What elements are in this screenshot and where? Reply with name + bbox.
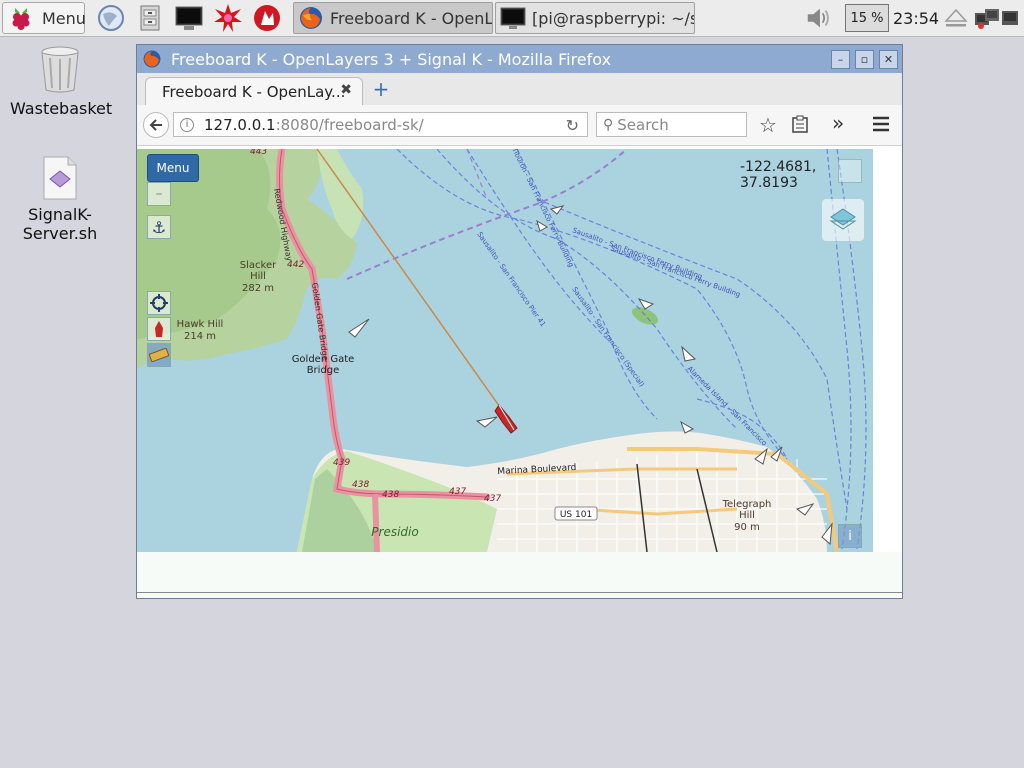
back-button[interactable] bbox=[143, 112, 169, 138]
search-icon: ⚲ bbox=[603, 116, 614, 133]
script-label-line1: SignalK- bbox=[28, 205, 92, 224]
info-icon[interactable]: i bbox=[180, 117, 194, 132]
tab-close-icon[interactable]: ✖ bbox=[340, 82, 352, 98]
script-file-icon bbox=[40, 155, 80, 201]
cpu-usage-label: 15 % bbox=[850, 10, 884, 26]
page-below-map bbox=[137, 552, 902, 598]
anchor-button[interactable]: ⚓ bbox=[147, 215, 171, 239]
search-bar[interactable]: ⚲ Search bbox=[596, 112, 747, 137]
wastebasket-label: Wastebasket bbox=[10, 99, 113, 118]
bluetooth-icon[interactable] bbox=[998, 3, 1024, 33]
eject-icon[interactable] bbox=[941, 3, 971, 33]
layers-icon bbox=[829, 208, 857, 230]
telegraph-label: Telegraph bbox=[722, 499, 772, 510]
window-titlebar[interactable]: Freeboard K - OpenLayers 3 + Signal K - … bbox=[137, 45, 902, 73]
search-placeholder: Search bbox=[617, 115, 669, 134]
slacker-elev-label: 282 m bbox=[242, 283, 274, 294]
maximize-button[interactable]: ▫ bbox=[855, 50, 874, 69]
start-menu-button[interactable]: Menu bbox=[2, 2, 86, 34]
script-label-line2: Server.sh bbox=[22, 224, 98, 243]
us101-label: US 101 bbox=[560, 510, 592, 520]
url-host: 127.0.0.1 bbox=[204, 115, 276, 134]
reload-icon[interactable]: ↻ bbox=[566, 116, 579, 135]
hamburger-icon bbox=[873, 116, 889, 132]
hawk-label: Hawk Hill bbox=[177, 319, 224, 330]
close-button[interactable]: ✕ bbox=[879, 50, 898, 69]
clipboard-icon bbox=[792, 115, 808, 133]
anchor-icon: ⚓ bbox=[151, 217, 167, 237]
route-437b-label: 437 bbox=[484, 494, 501, 504]
url-path: :8080/freeboard-sk/ bbox=[275, 115, 424, 134]
measure-button[interactable] bbox=[147, 343, 171, 367]
cpu-monitor: 15 % bbox=[845, 4, 889, 32]
task-terminal[interactable]: [pi@raspberrypi: ~/si... bbox=[495, 2, 695, 34]
task-firefox-label: Freeboard K - OpenLa... bbox=[330, 8, 493, 28]
route-442-label: 442 bbox=[287, 260, 304, 270]
gg-label-2: Bridge bbox=[307, 365, 340, 376]
back-arrow-icon bbox=[149, 119, 162, 131]
terminal-icon bbox=[500, 5, 526, 31]
trash-icon bbox=[36, 44, 84, 94]
clock[interactable]: 23:54 bbox=[893, 9, 939, 28]
route-443-label: 443 bbox=[250, 149, 267, 157]
bottom-divider bbox=[137, 592, 902, 593]
raspberry-icon bbox=[8, 5, 34, 31]
firefox-icon bbox=[298, 5, 324, 31]
map-canvas[interactable]: 443 442 439 438 438 437 437 Slacker Hill… bbox=[137, 149, 873, 552]
volume-icon[interactable] bbox=[804, 3, 834, 33]
telegraph-hill-label: Hill bbox=[739, 510, 755, 521]
task-terminal-label: [pi@raspberrypi: ~/si... bbox=[532, 8, 694, 28]
start-menu-label: Menu bbox=[42, 8, 86, 28]
attribution-button[interactable]: i bbox=[838, 524, 862, 548]
map-top-right-button[interactable] bbox=[838, 159, 862, 183]
info-icon: i bbox=[848, 528, 852, 544]
vessel-button[interactable] bbox=[147, 317, 171, 341]
desktop-wastebasket[interactable]: Wastebasket bbox=[10, 44, 113, 118]
wolfram-icon[interactable] bbox=[213, 3, 243, 33]
new-tab-button[interactable]: + bbox=[371, 79, 391, 99]
boat-icon bbox=[155, 321, 163, 337]
desktop-signalk-script[interactable]: SignalK- Server.sh bbox=[10, 155, 110, 243]
zoom-out-button[interactable]: – bbox=[147, 182, 171, 206]
center-vessel-button[interactable] bbox=[147, 291, 171, 315]
presidio-label: Presidio bbox=[371, 525, 418, 539]
bookmark-star-button[interactable]: ☆ bbox=[759, 113, 777, 137]
map-viewport[interactable]: 443 442 439 438 438 437 437 Slacker Hill… bbox=[137, 149, 873, 552]
route-438a-label: 438 bbox=[352, 480, 369, 490]
taskbar: Menu Freeboard K - OpenLa... [pi@raspber… bbox=[0, 0, 1024, 37]
overflow-chevron-button[interactable]: » bbox=[832, 111, 844, 135]
slacker-hill-label: Hill bbox=[250, 271, 266, 282]
terminal-icon[interactable] bbox=[174, 3, 204, 33]
layers-button[interactable] bbox=[822, 199, 864, 241]
route-438b-label: 438 bbox=[382, 490, 399, 500]
route-439-label: 439 bbox=[333, 458, 350, 468]
tab-title: Freeboard K - OpenLay... bbox=[162, 82, 346, 101]
file-manager-icon[interactable] bbox=[135, 3, 165, 33]
firefox-icon bbox=[142, 49, 162, 69]
url-bar[interactable]: i 127.0.0.1 :8080/freeboard-sk/ ↻ bbox=[173, 112, 588, 137]
minimize-button[interactable]: – bbox=[831, 50, 850, 69]
map-menu-label: Menu bbox=[156, 161, 190, 175]
reader-list-button[interactable] bbox=[792, 115, 808, 137]
ruler-icon bbox=[149, 348, 169, 362]
tab-freeboard[interactable]: Freeboard K - OpenLay... ✖ bbox=[145, 77, 363, 105]
map-menu-button[interactable]: Menu bbox=[147, 154, 199, 182]
hawk-elev-label: 214 m bbox=[184, 331, 216, 342]
crosshair-icon bbox=[150, 294, 168, 312]
task-firefox[interactable]: Freeboard K - OpenLa... bbox=[293, 2, 493, 34]
nav-bar: i 127.0.0.1 :8080/freeboard-sk/ ↻ ⚲ Sear… bbox=[137, 105, 902, 146]
slacker-label: Slacker bbox=[240, 260, 277, 271]
route-437a-label: 437 bbox=[449, 487, 466, 497]
mathematica-icon[interactable] bbox=[252, 3, 282, 33]
window-title: Freeboard K - OpenLayers 3 + Signal K - … bbox=[171, 49, 612, 69]
web-browser-icon[interactable] bbox=[96, 3, 126, 33]
hamburger-menu-button[interactable] bbox=[872, 116, 890, 136]
tab-bar: Freeboard K - OpenLay... ✖ + bbox=[137, 73, 902, 105]
telegraph-elev-label: 90 m bbox=[734, 522, 760, 533]
firefox-window: Freeboard K - OpenLayers 3 + Signal K - … bbox=[136, 44, 903, 599]
